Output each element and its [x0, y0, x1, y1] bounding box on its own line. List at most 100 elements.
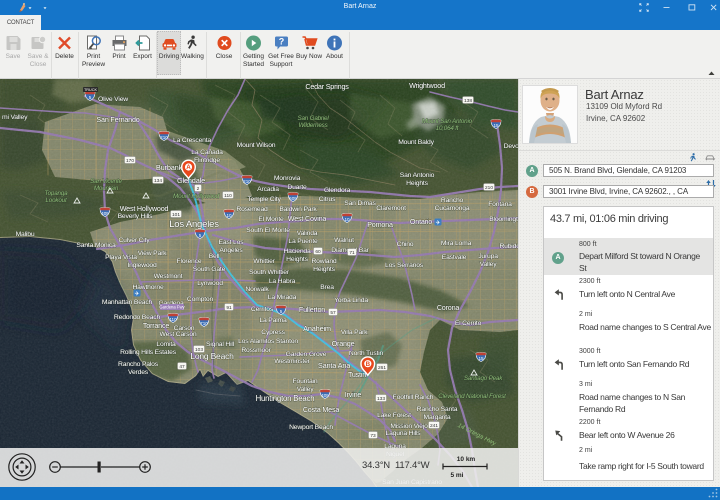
- svg-text:5: 5: [280, 309, 283, 314]
- svg-text:60: 60: [315, 249, 321, 255]
- svg-text:Heights: Heights: [406, 180, 428, 187]
- svg-text:Los Alamitos Stanton: Los Alamitos Stanton: [238, 338, 298, 345]
- svg-text:Olive View: Olive View: [98, 96, 128, 103]
- svg-text:Claremont: Claremont: [376, 205, 406, 212]
- svg-text:710: 710: [200, 321, 208, 326]
- svg-text:Yorba Linda: Yorba Linda: [334, 297, 368, 304]
- svg-text:El Cerrito: El Cerrito: [455, 320, 482, 327]
- svg-text:Mira Loma: Mira Loma: [441, 240, 472, 247]
- svg-text:La Mirada: La Mirada: [268, 294, 297, 301]
- svg-text:Margarita: Margarita: [424, 414, 451, 421]
- svg-text:Topanga: Topanga: [45, 190, 69, 197]
- svg-text:Anaheim: Anaheim: [303, 324, 331, 333]
- svg-text:Temple City: Temple City: [247, 196, 281, 203]
- svg-text:Valley: Valley: [297, 386, 315, 393]
- svg-text:San Vicente: San Vicente: [90, 178, 122, 185]
- svg-text:South El Monte: South El Monte: [246, 227, 290, 234]
- svg-text:San Antonio: San Antonio: [400, 172, 435, 179]
- svg-text:La Crescenta: La Crescenta: [173, 137, 211, 144]
- svg-text:✈: ✈: [134, 290, 139, 297]
- svg-text:71: 71: [349, 250, 355, 256]
- svg-text:Rolling Hills Estates: Rolling Hills Estates: [120, 349, 177, 356]
- svg-text:Mount Wilson: Mount Wilson: [237, 142, 276, 149]
- svg-text:Foothill Ranch: Foothill Ranch: [393, 394, 434, 401]
- svg-text:Corona: Corona: [437, 303, 460, 312]
- svg-text:110: 110: [224, 193, 232, 199]
- svg-text:10: 10: [344, 217, 350, 222]
- svg-text:Fontana: Fontana: [488, 201, 512, 208]
- svg-text:Monrovia: Monrovia: [274, 175, 301, 182]
- svg-text:405: 405: [321, 393, 329, 398]
- svg-text:Lake Forest: Lake Forest: [377, 412, 411, 419]
- svg-text:Santa Ana: Santa Ana: [318, 361, 351, 370]
- svg-text:Rosemead: Rosemead: [236, 206, 268, 213]
- svg-text:10,064 ft: 10,064 ft: [436, 125, 459, 132]
- svg-text:Rowland: Rowland: [311, 258, 336, 265]
- svg-text:Heights: Heights: [313, 266, 335, 273]
- svg-text:South Gate: South Gate: [193, 266, 226, 273]
- svg-text:Malibu: Malibu: [16, 231, 35, 238]
- svg-text:Cypress: Cypress: [261, 329, 285, 336]
- svg-text:210: 210: [485, 185, 493, 191]
- svg-text:Inglewood: Inglewood: [127, 262, 157, 269]
- svg-text:Newport Beach: Newport Beach: [289, 424, 333, 431]
- svg-text:Mount Baldy: Mount Baldy: [398, 139, 434, 146]
- svg-text:Rubidoux: Rubidoux: [499, 243, 518, 250]
- svg-text:2: 2: [197, 186, 200, 192]
- svg-text:San Gabriel: San Gabriel: [297, 115, 329, 122]
- svg-text:Jurupa: Jurupa: [478, 253, 498, 260]
- svg-text:Compton: Compton: [187, 296, 214, 303]
- svg-text:North Tustin: North Tustin: [349, 350, 384, 357]
- svg-text:Lomita: Lomita: [156, 341, 176, 348]
- svg-text:Arcadia: Arcadia: [257, 186, 279, 193]
- svg-text:La Puente: La Puente: [288, 238, 318, 245]
- svg-text:Tustin: Tustin: [348, 370, 366, 379]
- svg-text:15: 15: [478, 356, 484, 361]
- svg-text:Rancho: Rancho: [441, 197, 464, 204]
- svg-text:103: 103: [195, 347, 203, 353]
- svg-text:Flintridge: Flintridge: [194, 157, 220, 164]
- svg-text:Lookout: Lookout: [45, 197, 66, 204]
- svg-text:Glendale: Glendale: [177, 176, 205, 185]
- svg-text:Huntington Beach: Huntington Beach: [256, 394, 315, 403]
- svg-text:Playa Vista: Playa Vista: [105, 254, 137, 261]
- svg-text:Pomona: Pomona: [367, 220, 393, 229]
- svg-text:La Habra: La Habra: [269, 278, 296, 285]
- svg-text:B: B: [366, 361, 371, 368]
- svg-text:Santiago Peak: Santiago Peak: [464, 375, 503, 382]
- svg-text:Glendora: Glendora: [324, 187, 351, 194]
- svg-text:Burbank: Burbank: [156, 163, 183, 172]
- svg-text:West Hollywood: West Hollywood: [120, 204, 169, 213]
- svg-text:✈: ✈: [435, 219, 440, 226]
- svg-text:Culver City: Culver City: [118, 237, 150, 244]
- svg-text:138: 138: [464, 98, 472, 104]
- svg-text:Walnut: Walnut: [334, 237, 354, 244]
- svg-text:Rancho Santa: Rancho Santa: [417, 406, 458, 413]
- svg-text:El Monte: El Monte: [258, 216, 284, 223]
- svg-text:Gardena Fwy: Gardena Fwy: [159, 305, 185, 310]
- svg-text:Redondo Beach: Redondo Beach: [114, 314, 161, 321]
- svg-text:Fountain: Fountain: [293, 378, 318, 385]
- svg-text:San Fernando: San Fernando: [96, 115, 139, 124]
- svg-text:Bell: Bell: [209, 253, 220, 260]
- svg-text:West Covina: West Covina: [288, 214, 327, 223]
- svg-text:View Park: View Park: [138, 250, 167, 257]
- svg-text:La Cañada: La Cañada: [191, 149, 223, 156]
- svg-text:Manhattan Beach: Manhattan Beach: [102, 299, 153, 306]
- svg-text:Orange: Orange: [332, 339, 355, 348]
- svg-text:TRUCK: TRUCK: [84, 88, 98, 92]
- svg-text:Devore: Devore: [504, 143, 518, 150]
- svg-text:Baldwin Park: Baldwin Park: [279, 206, 317, 213]
- svg-text:Cucamonga: Cucamonga: [435, 205, 470, 212]
- svg-text:Heights: Heights: [286, 256, 308, 263]
- svg-text:Westminster: Westminster: [274, 358, 310, 365]
- svg-text:5: 5: [89, 95, 92, 100]
- svg-text:Mount San Antonio: Mount San Antonio: [422, 118, 473, 125]
- svg-text:101: 101: [172, 212, 180, 218]
- svg-text:Rancho Palos: Rancho Palos: [118, 361, 159, 368]
- svg-text:Mission Viejo: Mission Viejo: [390, 423, 428, 430]
- svg-text:Mount Hollywood: Mount Hollywood: [173, 193, 220, 200]
- svg-text:5: 5: [199, 233, 202, 238]
- svg-text:Signal Hill: Signal Hill: [206, 341, 235, 348]
- svg-text:Wilderness: Wilderness: [298, 122, 328, 129]
